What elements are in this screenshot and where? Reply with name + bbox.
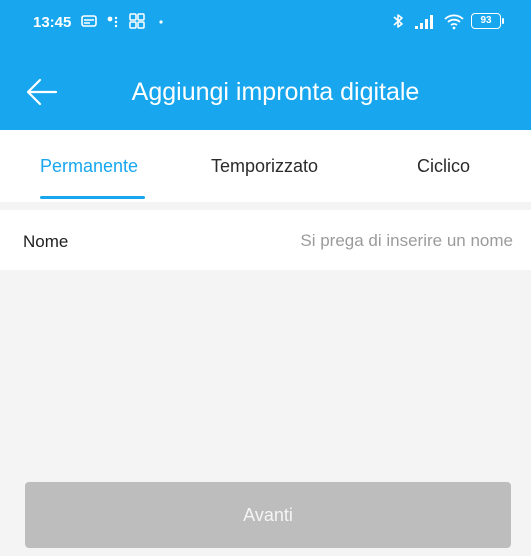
battery-icon: 93 (471, 13, 504, 29)
active-tab-indicator (40, 196, 145, 199)
status-time: 13:45 (33, 14, 72, 31)
dot-signal-icon (104, 12, 122, 30)
tab-temporizzato[interactable]: Temporizzato (211, 156, 318, 177)
name-input[interactable] (213, 226, 513, 256)
wifi-icon (443, 12, 465, 30)
dot-icon (152, 12, 170, 30)
cell-signal-icon (413, 12, 437, 30)
message-icon (80, 12, 98, 30)
grid-app-icon (128, 12, 146, 30)
next-button[interactable]: Avanti (25, 482, 511, 548)
app-bar: Aggiungi impronta digitale (0, 52, 531, 130)
status-right-icons: 93 (389, 12, 504, 30)
tab-ciclico[interactable]: Ciclico (417, 156, 470, 177)
tab-bar: Permanente Temporizzato Ciclico (0, 130, 531, 202)
status-bar: 13:45 93 (0, 0, 531, 52)
name-row: Nome (0, 210, 531, 270)
name-label: Nome (23, 232, 69, 251)
page-title: Aggiungi impronta digitale (131, 78, 420, 106)
bluetooth-icon (389, 12, 407, 30)
status-left-icons (80, 12, 170, 30)
tab-permanente[interactable]: Permanente (40, 156, 138, 177)
